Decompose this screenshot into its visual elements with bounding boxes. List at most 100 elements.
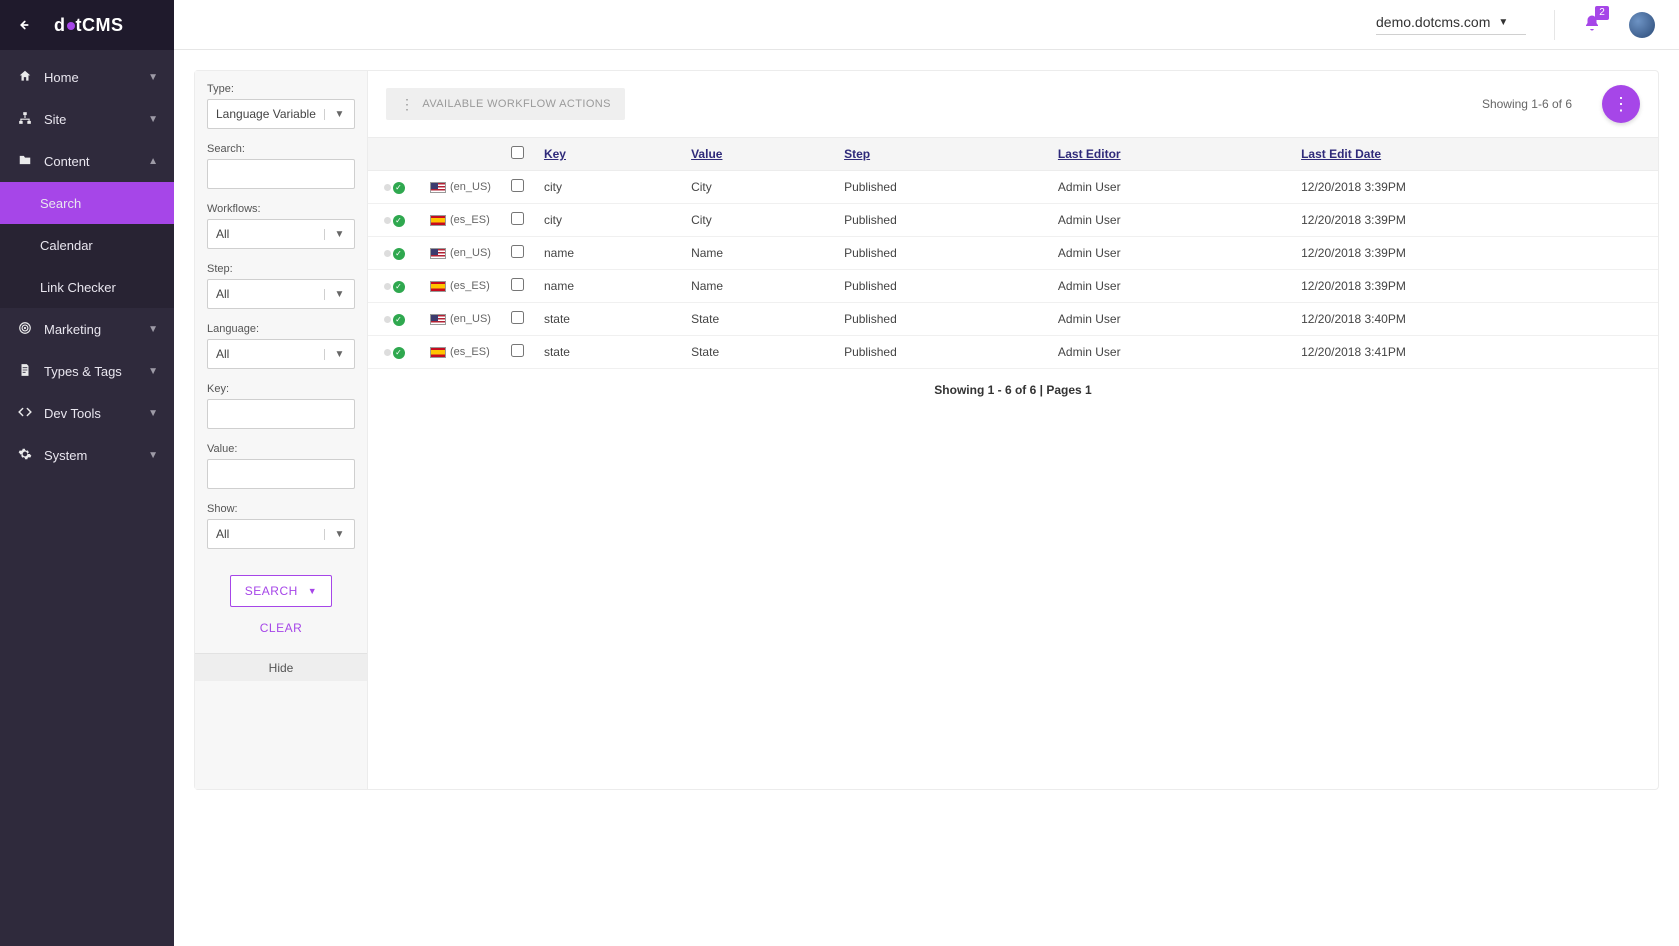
flag-us-icon xyxy=(430,248,446,259)
col-key[interactable]: Key xyxy=(534,138,681,171)
nav-item-label: Home xyxy=(44,70,79,85)
filter-value-label: Value: xyxy=(207,443,355,455)
cell-date: 12/20/2018 3:39PM xyxy=(1291,237,1658,270)
table-row[interactable]: ✓(en_US)stateStatePublishedAdmin User12/… xyxy=(368,303,1658,336)
add-content-button[interactable]: ⋮ xyxy=(1602,85,1640,123)
nav-item-dev-tools[interactable]: Dev Tools▼ xyxy=(0,392,174,434)
nav-item-system[interactable]: System▼ xyxy=(0,434,174,476)
sidebar-header: dtCMS xyxy=(0,0,174,50)
workflow-actions-button[interactable]: ⋮ AVAILABLE WORKFLOW ACTIONS xyxy=(386,88,625,120)
row-checkbox[interactable] xyxy=(511,311,524,324)
nav: Home▼Site▼Content▲SearchCalendarLink Che… xyxy=(0,50,174,476)
published-check-icon: ✓ xyxy=(393,347,405,359)
cell-lang: (es_ES) xyxy=(420,204,501,237)
nav-sub-calendar[interactable]: Calendar xyxy=(0,224,174,266)
filter-step: Step: All ▼ xyxy=(207,263,355,309)
table-row[interactable]: ✓(es_ES)stateStatePublishedAdmin User12/… xyxy=(368,336,1658,369)
host-switcher[interactable]: demo.dotcms.com ▼ xyxy=(1376,14,1526,35)
back-button[interactable] xyxy=(12,14,34,36)
hide-filters-button[interactable]: Hide xyxy=(195,653,367,681)
filter-language-select[interactable]: All ▼ xyxy=(207,339,355,369)
row-checkbox[interactable] xyxy=(511,179,524,192)
filter-value-input[interactable] xyxy=(207,459,355,489)
cell-status: ✓ xyxy=(368,204,420,237)
nav-item-home[interactable]: Home▼ xyxy=(0,56,174,98)
row-checkbox[interactable] xyxy=(511,212,524,225)
cell-date: 12/20/2018 3:39PM xyxy=(1291,270,1658,303)
sidebar: dtCMS Home▼Site▼Content▲SearchCalendarLi… xyxy=(0,0,174,946)
status-dot-icon xyxy=(384,349,391,356)
filter-step-select[interactable]: All ▼ xyxy=(207,279,355,309)
filter-workflows-label: Workflows: xyxy=(207,203,355,215)
filter-key-input[interactable] xyxy=(207,399,355,429)
nav-item-label: System xyxy=(44,448,87,463)
workarea: Type: Language Variable ▼ Search: Workfl… xyxy=(174,50,1679,946)
row-checkbox[interactable] xyxy=(511,278,524,291)
lang-code: (es_ES) xyxy=(450,214,490,226)
notify-badge: 2 xyxy=(1595,6,1609,20)
published-check-icon: ✓ xyxy=(393,314,405,326)
cell-status: ✓ xyxy=(368,237,420,270)
col-date-label: Last Edit Date xyxy=(1301,147,1381,161)
nav-item-types-tags[interactable]: Types & Tags▼ xyxy=(0,350,174,392)
filter-search: Search: xyxy=(207,143,355,189)
topbar: demo.dotcms.com ▼ 2 xyxy=(174,0,1679,50)
cell-lang: (en_US) xyxy=(420,237,501,270)
col-editor[interactable]: Last Editor xyxy=(1048,138,1291,171)
cell-select xyxy=(501,204,534,237)
logo-dot-icon xyxy=(66,21,76,31)
filter-search-input[interactable] xyxy=(207,159,355,189)
table-row[interactable]: ✓(es_ES)cityCityPublishedAdmin User12/20… xyxy=(368,204,1658,237)
filter-step-value: All xyxy=(208,287,324,301)
nav-item-label: Marketing xyxy=(44,322,101,337)
col-step[interactable]: Step xyxy=(834,138,1048,171)
col-key-label: Key xyxy=(544,147,566,161)
filter-show-value: All xyxy=(208,527,324,541)
cell-step: Published xyxy=(834,336,1048,369)
logo: dtCMS xyxy=(54,15,124,36)
lang-code: (en_US) xyxy=(450,313,491,325)
nav-sub-link-checker[interactable]: Link Checker xyxy=(0,266,174,308)
published-check-icon: ✓ xyxy=(393,215,405,227)
cell-select xyxy=(501,171,534,204)
filter-type-select[interactable]: Language Variable ▼ xyxy=(207,99,355,129)
cell-key: city xyxy=(534,204,681,237)
nav-item-site[interactable]: Site▼ xyxy=(0,98,174,140)
col-value[interactable]: Value xyxy=(681,138,834,171)
filter-language-value: All xyxy=(208,347,324,361)
gear-icon xyxy=(16,447,34,464)
avatar[interactable] xyxy=(1629,12,1655,38)
code-icon xyxy=(16,405,34,422)
status-dot-icon xyxy=(384,283,391,290)
filter-workflows-select[interactable]: All ▼ xyxy=(207,219,355,249)
nav-item-marketing[interactable]: Marketing▼ xyxy=(0,308,174,350)
nav-item-content[interactable]: Content▲ xyxy=(0,140,174,182)
cell-editor: Admin User xyxy=(1048,336,1291,369)
row-checkbox[interactable] xyxy=(511,344,524,357)
col-date[interactable]: Last Edit Date xyxy=(1291,138,1658,171)
chevron-down-icon: ▼ xyxy=(324,109,354,120)
col-lang xyxy=(420,138,501,171)
filter-show-label: Show: xyxy=(207,503,355,515)
select-all-checkbox[interactable] xyxy=(511,146,524,159)
nav-sub-search[interactable]: Search xyxy=(0,182,174,224)
notifications-button[interactable]: 2 xyxy=(1583,14,1601,35)
status-dot-icon xyxy=(384,250,391,257)
search-button[interactable]: SEARCH ▼ xyxy=(230,575,332,607)
nav-item-label: Types & Tags xyxy=(44,364,122,379)
clear-button[interactable]: CLEAR xyxy=(260,621,303,635)
cell-select xyxy=(501,237,534,270)
row-checkbox[interactable] xyxy=(511,245,524,258)
chevron-up-icon: ▲ xyxy=(148,156,158,167)
cell-key: state xyxy=(534,303,681,336)
filter-show-select[interactable]: All ▼ xyxy=(207,519,355,549)
results-panel: ⋮ AVAILABLE WORKFLOW ACTIONS Showing 1-6… xyxy=(368,71,1658,789)
table-row[interactable]: ✓(en_US)cityCityPublishedAdmin User12/20… xyxy=(368,171,1658,204)
showing-label: Showing 1-6 of 6 xyxy=(1482,97,1572,111)
flag-es-icon xyxy=(430,215,446,226)
logo-pre: d xyxy=(54,15,66,35)
table-row[interactable]: ✓(es_ES)nameNamePublishedAdmin User12/20… xyxy=(368,270,1658,303)
search-button-label: SEARCH xyxy=(245,584,298,598)
table-row[interactable]: ✓(en_US)nameNamePublishedAdmin User12/20… xyxy=(368,237,1658,270)
cell-value: Name xyxy=(681,270,834,303)
